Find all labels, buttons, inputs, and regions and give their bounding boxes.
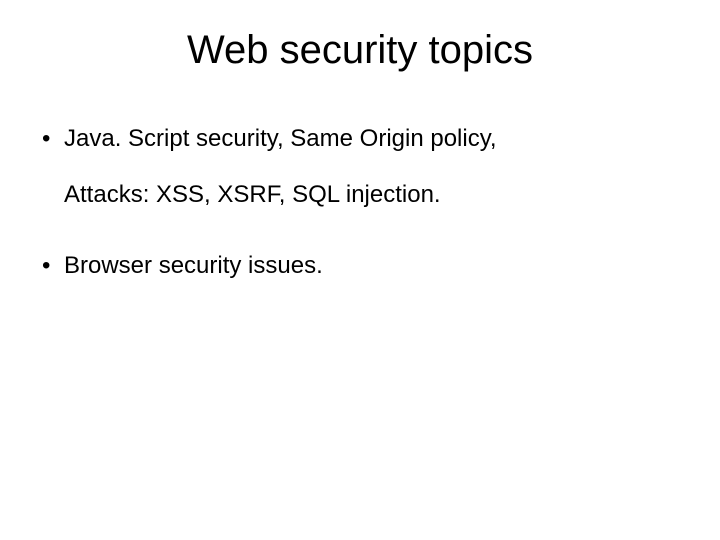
bullet-line: Attacks: XSS, XSRF, SQL injection.: [64, 179, 680, 211]
bullet-line: Browser security issues.: [64, 252, 323, 279]
bullet-dot-icon: •: [40, 250, 64, 282]
bullet-item: • Browser security issues.: [40, 250, 680, 282]
bullet-dot-icon: •: [40, 123, 64, 212]
slide-title: Web security topics: [0, 0, 720, 73]
slide: Web security topics • Java. Script secur…: [0, 0, 720, 540]
bullet-item: • Java. Script security, Same Origin pol…: [40, 123, 680, 212]
bullet-text: Browser security issues.: [64, 250, 680, 282]
slide-body: • Java. Script security, Same Origin pol…: [0, 73, 720, 282]
bullet-text: Java. Script security, Same Origin polic…: [64, 123, 680, 212]
bullet-line: Java. Script security, Same Origin polic…: [64, 125, 497, 152]
